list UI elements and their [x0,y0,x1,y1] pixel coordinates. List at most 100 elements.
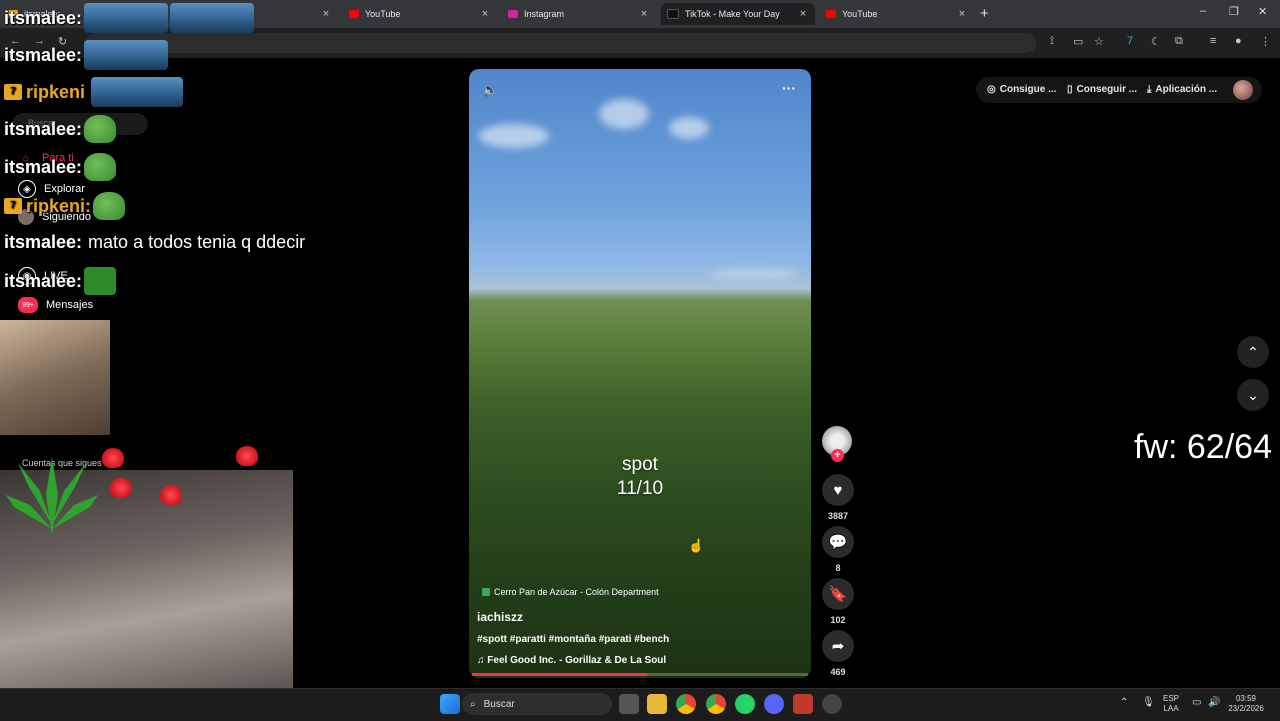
comment-button[interactable]: 💬 [822,526,854,558]
chat-username: itsmalee: [4,44,83,65]
like-button[interactable]: ♥ [822,474,854,506]
bookmark-icon: 🔖 [828,586,848,603]
recording-app-icon[interactable] [793,694,813,714]
follow-button[interactable]: + [831,449,844,462]
menu-icon[interactable]: ⋮ [1260,35,1271,48]
cast-icon[interactable]: ▭ [1073,35,1083,48]
like-count: 3887 [827,511,849,521]
video-author[interactable]: iachiszz [477,610,523,624]
chevron-down-icon: ⌄ [1247,386,1259,403]
reading-list-icon[interactable]: ≡ [1210,35,1216,47]
microphone-icon[interactable]: 🎙 [1142,698,1155,708]
comment-count: 8 [835,563,841,573]
save-button[interactable]: 🔖 [822,578,854,610]
language-code: ESP [1163,694,1180,703]
chat-line: 7 ripkeni [4,77,184,107]
share-count: 469 [830,667,846,677]
butterfly-sticker [236,446,258,466]
chevron-up-icon: ⌃ [1247,343,1259,360]
pepe-emote [84,267,117,295]
get-app-button[interactable]: ▯ Conseguir ... [1067,84,1137,95]
system-app-icon[interactable] [822,694,842,714]
restore-icon[interactable]: ❐ [1229,5,1239,18]
tab-tiktok[interactable]: TikTok - Make Your Day × [661,3,815,25]
minimize-icon[interactable]: – [1200,5,1206,17]
app-download-button[interactable]: ⤓ Aplicación ... [1147,84,1217,95]
more-options-icon[interactable]: ··· [782,80,796,96]
new-tab-button[interactable]: + [980,5,989,22]
leaf-sticker [6,457,98,535]
network-icon[interactable]: ▭ [1192,698,1201,708]
clock-date: 23/2/2026 [1228,704,1264,713]
location-text: Cerro Pan de Azúcar - Colón Department [494,587,659,597]
chat-line: itsmalee: [4,153,117,181]
close-icon[interactable]: × [638,8,650,20]
coin-icon: ◎ [987,84,996,95]
tab-instagram[interactable]: Instagram × [502,3,656,25]
close-icon[interactable]: × [797,8,809,20]
pepe-emote [93,192,126,220]
close-icon[interactable]: × [320,8,332,20]
discord-icon[interactable] [764,694,784,714]
tab-label: YouTube [365,9,401,19]
comment-icon: 💬 [828,534,848,551]
video-hashtags[interactable]: #spott #paratti #montaña #parati #bench [477,634,669,645]
taskbar [0,688,1280,721]
tiktok-icon [667,9,679,19]
chat-username: ripkeni: [26,195,92,216]
bookmark-star-icon[interactable]: ☆ [1094,35,1104,48]
windows-start-icon[interactable] [440,694,460,714]
avatar[interactable] [1233,80,1253,100]
extensions-icon[interactable]: ⧉ [1175,35,1183,48]
share-icon: ➦ [831,638,845,655]
chrome-icon[interactable] [676,694,696,714]
whatsapp-icon[interactable] [735,694,755,714]
dark-mode-icon[interactable]: ☾ [1151,35,1161,48]
chat-username: itsmalee: [4,232,83,252]
address-bar[interactable] [86,33,1036,53]
download-icon: ⤓ [1147,84,1152,95]
youtube-icon [826,10,836,18]
chat-line: itsmalee: mato a todos tenia q ddecir [4,232,305,253]
sidebar-item-messages[interactable]: 99+ Mensajes [18,297,93,313]
car-emote [91,77,184,107]
close-icon[interactable]: × [479,8,491,20]
chrome-active-icon[interactable] [706,694,726,714]
pepe-emote [84,153,117,181]
profile-icon[interactable]: ● [1235,35,1242,47]
cloud [479,124,549,148]
translate-icon[interactable]: ⟟ [1050,35,1054,48]
next-video-button[interactable]: ⌄ [1237,379,1269,411]
clock[interactable]: 03:59 23/2/2026 [1226,694,1266,714]
taskbar-search[interactable]: ⌕ Buscar [462,693,612,715]
search-label: Buscar [483,698,515,710]
task-view-icon[interactable] [619,694,639,714]
button-label: Conseguir ... [1076,84,1138,95]
tab-youtube-2[interactable]: YouTube × [343,3,497,25]
button-label: Aplicación ... [1155,84,1218,95]
language-indicator[interactable]: ESP LAA [1163,694,1179,714]
cloud [599,99,649,129]
tray-chevron-icon[interactable]: ⌃ [1120,698,1128,708]
location-icon [482,588,490,596]
share-button[interactable]: ➦ [822,630,854,662]
volume-tray-icon[interactable]: 🔊 [1208,698,1220,708]
location-tag[interactable]: Cerro Pan de Azúcar - Colón Department [482,587,659,597]
volume-icon[interactable]: 🔈 [482,82,498,98]
chat-username: itsmalee: [4,7,83,28]
phone-icon: ▯ [1067,84,1073,95]
tab-youtube-3[interactable]: YouTube × [820,3,974,25]
previous-video-button[interactable]: ⌃ [1237,336,1269,368]
search-icon: ⌕ [470,698,476,710]
chat-line: itsmalee: [4,3,255,33]
car-emote [84,40,169,70]
get-coins-button[interactable]: ◎ Consigue ... [987,84,1056,95]
music-label[interactable]: ♫ Feel Good Inc. - Gorillaz & De La Soul [477,655,666,666]
butterfly-sticker [160,485,182,505]
music-icon: ♫ [477,655,488,666]
close-window-icon[interactable]: ✕ [1258,5,1267,18]
extension-7tv-icon[interactable]: 7 [1127,35,1133,47]
close-icon[interactable]: × [956,8,968,20]
file-explorer-icon[interactable] [647,694,667,714]
cloud [669,117,709,139]
